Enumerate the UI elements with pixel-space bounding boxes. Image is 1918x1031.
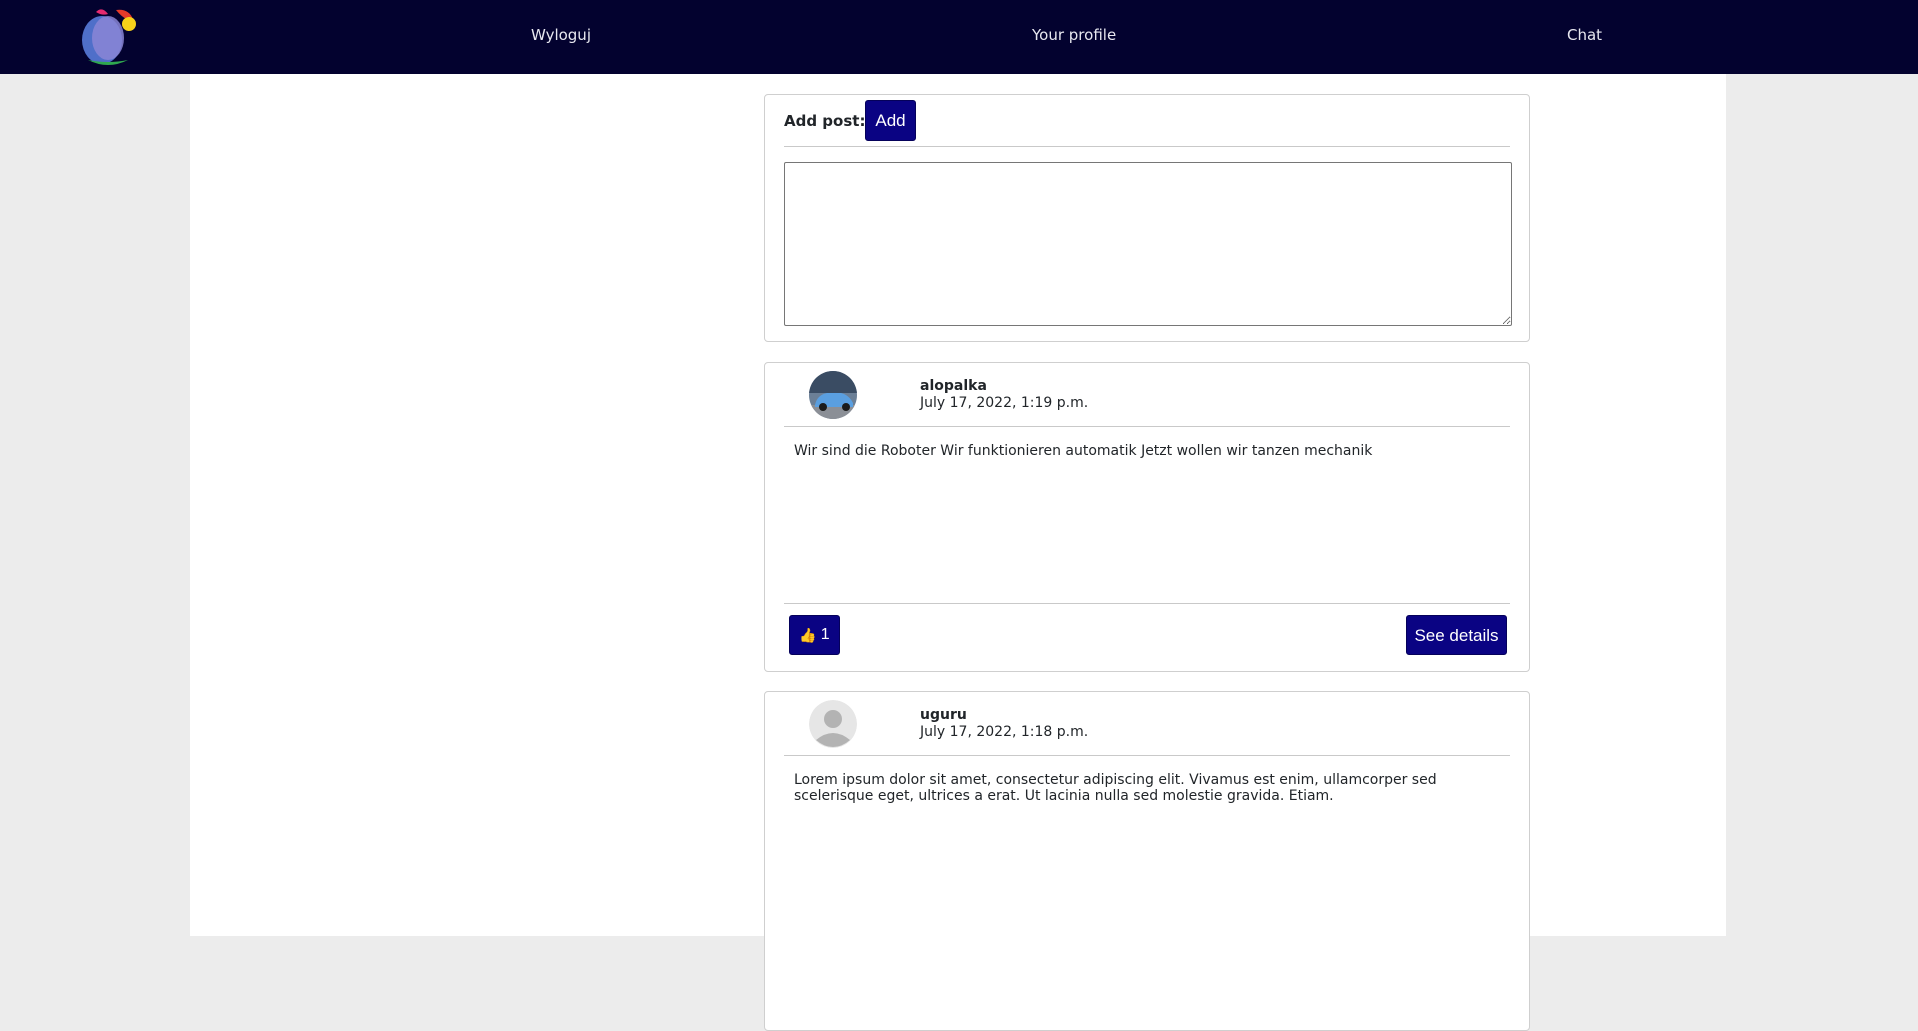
add-post-card: Add post: Add <box>764 94 1530 342</box>
see-details-button[interactable]: See details <box>1406 615 1507 655</box>
post-card: alopalka July 17, 2022, 1:19 p.m. Wir si… <box>764 362 1530 672</box>
avatar[interactable] <box>809 371 857 419</box>
divider <box>784 146 1510 147</box>
post-body: Wir sind die Roboter Wir funktionieren a… <box>794 443 1373 459</box>
nav-chat-link[interactable]: Chat <box>1567 26 1602 44</box>
add-post-button[interactable]: Add <box>865 100 916 141</box>
like-count: 1 <box>820 626 830 643</box>
bt-logo-icon[interactable] <box>78 2 144 70</box>
post-card: uguru July 17, 2022, 1:18 p.m. Lorem ips… <box>764 691 1530 1031</box>
nav-logout-link[interactable]: Wyloguj <box>531 26 591 44</box>
divider <box>784 426 1510 427</box>
divider <box>784 755 1510 756</box>
add-post-label: Add post: <box>784 112 866 130</box>
post-date: July 17, 2022, 1:18 p.m. <box>920 724 1089 740</box>
post-body: Lorem ipsum dolor sit amet, consectetur … <box>794 772 1437 804</box>
post-date: July 17, 2022, 1:19 p.m. <box>920 395 1089 411</box>
like-button[interactable]: 👍 1 <box>789 615 840 655</box>
nav-profile-link[interactable]: Your profile <box>1032 26 1116 44</box>
avatar[interactable] <box>809 700 857 748</box>
top-navbar: Wyloguj Your profile Chat <box>0 0 1918 74</box>
divider <box>784 603 1510 604</box>
post-username[interactable]: alopalka <box>920 378 987 394</box>
post-username[interactable]: uguru <box>920 707 967 723</box>
thumbs-up-icon: 👍 <box>799 627 817 643</box>
default-user-avatar <box>809 700 857 748</box>
car-photo-avatar <box>809 371 857 419</box>
main-content: Add post: Add alopalka July 17, 2022, 1:… <box>190 74 1726 1031</box>
post-textarea[interactable] <box>784 162 1512 326</box>
